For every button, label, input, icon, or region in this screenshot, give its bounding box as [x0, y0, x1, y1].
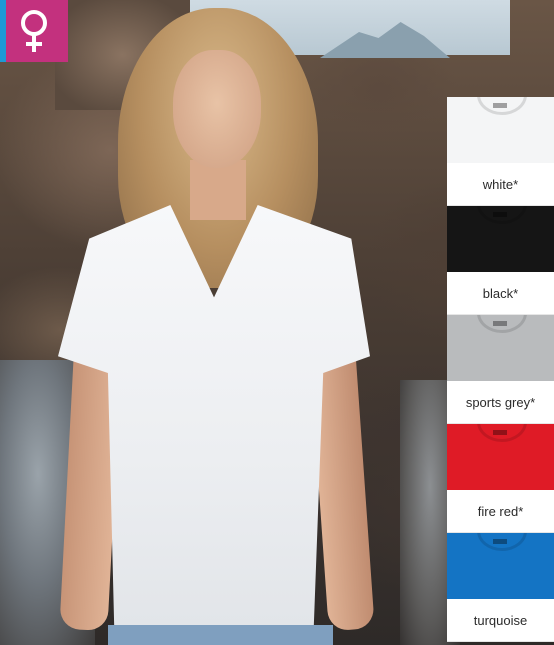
- model-face: [173, 50, 261, 168]
- swatch-shirt-image: [447, 206, 554, 272]
- jeans: [108, 625, 333, 645]
- color-swatch-turquoise[interactable]: turquoise: [447, 533, 554, 642]
- product-photo: white* black* sports grey* fire red* tur…: [0, 0, 554, 645]
- swatch-label: fire red*: [447, 490, 554, 533]
- swatch-label: black*: [447, 272, 554, 315]
- female-badge: [0, 0, 68, 62]
- color-swatch-fire-red[interactable]: fire red*: [447, 424, 554, 533]
- color-swatch-sports-grey[interactable]: sports grey*: [447, 315, 554, 424]
- color-swatch-list: white* black* sports grey* fire red* tur…: [447, 97, 554, 642]
- color-swatch-black[interactable]: black*: [447, 206, 554, 315]
- swatch-label: sports grey*: [447, 381, 554, 424]
- female-symbol-icon: [21, 10, 47, 52]
- swatch-label: turquoise: [447, 599, 554, 642]
- swatch-shirt-image: [447, 315, 554, 381]
- swatch-label: white*: [447, 163, 554, 206]
- model-neck: [190, 160, 246, 220]
- swatch-shirt-image: [447, 533, 554, 599]
- color-swatch-white[interactable]: white*: [447, 97, 554, 206]
- swatch-shirt-image: [447, 424, 554, 490]
- badge-stripe: [0, 0, 6, 62]
- swatch-shirt-image: [447, 97, 554, 163]
